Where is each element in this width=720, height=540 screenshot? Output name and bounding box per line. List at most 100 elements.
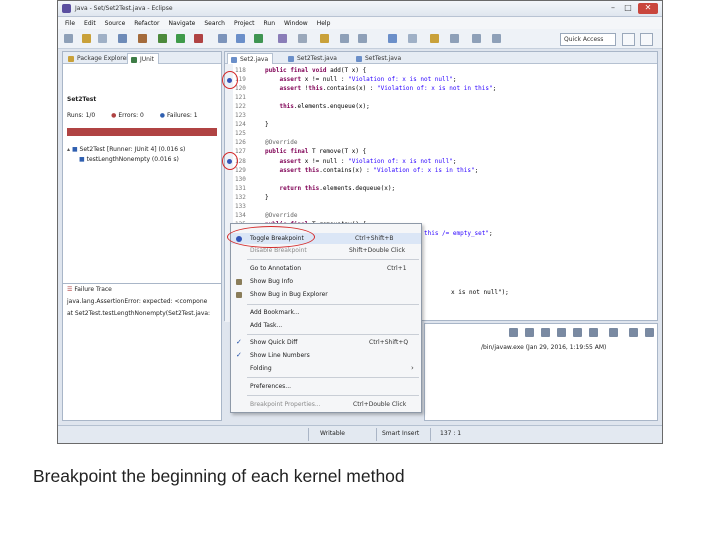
trace-line[interactable]: java.lang.AssertionError: expected: <com…: [67, 298, 207, 305]
code-line[interactable]: 134 @Override: [235, 211, 298, 220]
menu-item-add-bookmark[interactable]: Add Bookmark...: [231, 307, 421, 318]
save-icon[interactable]: [82, 34, 91, 43]
menu-item-show-line-numbers[interactable]: ✓ Show Line Numbers: [231, 350, 421, 361]
open-console-icon[interactable]: [629, 328, 638, 337]
menu-item-preferences[interactable]: Preferences...: [231, 381, 421, 392]
code-line[interactable]: 127 public final T remove(T x) {: [235, 147, 366, 156]
new-java-project-icon[interactable]: [218, 34, 227, 43]
status-bar: Writable Smart Insert 137 : 1: [58, 425, 662, 443]
menu-help[interactable]: Help: [317, 20, 331, 27]
code-line[interactable]: 122 this.elements.enqueue(x);: [235, 102, 370, 111]
new-class-icon[interactable]: [254, 34, 263, 43]
code-line[interactable]: 129 assert this.contains(x) : "Violation…: [235, 166, 478, 175]
code-line[interactable]: 133: [235, 202, 265, 211]
menu-window[interactable]: Window: [284, 20, 308, 27]
bug-icon: [236, 279, 242, 285]
clear-console-icon[interactable]: [541, 328, 550, 337]
java-perspective-icon[interactable]: [640, 33, 653, 46]
window-titlebar: Java - Set/Set2Test.java - Eclipse – □ ✕: [58, 1, 662, 17]
menu-search[interactable]: Search: [204, 20, 225, 27]
close-button[interactable]: ✕: [638, 3, 658, 14]
menu-refactor[interactable]: Refactor: [134, 20, 159, 27]
debug-icon[interactable]: [158, 34, 167, 43]
code-line[interactable]: 125: [235, 129, 265, 138]
annotation-icon[interactable]: [320, 34, 329, 43]
tab-set2test-java[interactable]: Set2Test.java: [285, 53, 341, 64]
last-edit-icon[interactable]: [388, 34, 397, 43]
word-wrap-icon[interactable]: [589, 328, 598, 337]
nav-back-icon[interactable]: [472, 34, 481, 43]
expand-icon[interactable]: ▴: [67, 146, 70, 153]
skip-breakpoints-icon[interactable]: [138, 34, 147, 43]
terminate-icon[interactable]: [509, 328, 518, 337]
menu-navigate[interactable]: Navigate: [168, 20, 195, 27]
line-number: 124: [235, 121, 246, 129]
forward-icon[interactable]: [358, 34, 367, 43]
new-package-icon[interactable]: [236, 34, 245, 43]
menu-item-breakpoint-properties[interactable]: Breakpoint Properties... Ctrl+Double Cli…: [231, 399, 421, 410]
line-number: 128: [235, 157, 246, 165]
next-annotation-icon[interactable]: [430, 34, 439, 43]
menu-source[interactable]: Source: [105, 20, 126, 27]
tree-item-test-method[interactable]: ■ testLengthNonempty (0.016 s): [79, 156, 179, 163]
line-number: 123: [235, 112, 246, 120]
search-icon[interactable]: [298, 34, 307, 43]
code-line[interactable]: 124}: [235, 120, 269, 129]
save-all-icon[interactable]: [98, 34, 107, 43]
code-line[interactable]: 132}: [235, 193, 269, 202]
pin-editor-icon[interactable]: [408, 34, 417, 43]
line-number: 118: [235, 67, 246, 74]
tab-junit[interactable]: JUnit: [127, 53, 159, 64]
menu-item-add-task[interactable]: Add Task...: [231, 320, 421, 331]
menu-item-show-quick-diff[interactable]: ✓ Show Quick Diff Ctrl+Shift+Q: [231, 337, 421, 348]
display-console-icon[interactable]: [609, 328, 618, 337]
menu-item-show-bug-info[interactable]: Show Bug Info: [231, 276, 421, 287]
nav-forward-icon[interactable]: [492, 34, 501, 43]
maximize-button[interactable]: □: [621, 3, 635, 14]
menu-run[interactable]: Run: [264, 20, 276, 27]
menu-separator: [247, 377, 419, 378]
menu-edit[interactable]: Edit: [84, 20, 96, 27]
trace-line[interactable]: at Set2Test.testLengthNonempty(Set2Test.…: [67, 310, 210, 317]
code-line[interactable]: 128 assert x != null : "Violation of: x …: [235, 157, 457, 166]
line-number: 129: [235, 166, 246, 174]
new-icon[interactable]: [64, 34, 73, 43]
menu-project[interactable]: Project: [234, 20, 255, 27]
tab-settest-java[interactable]: SetTest.java: [353, 53, 405, 64]
open-type-icon[interactable]: [278, 34, 287, 43]
code-line[interactable]: 130: [235, 175, 265, 184]
back-icon[interactable]: [340, 34, 349, 43]
minimize-button[interactable]: –: [606, 3, 620, 14]
java-file-icon: [356, 56, 362, 62]
code-line[interactable]: 123: [235, 111, 265, 120]
scroll-lock-icon[interactable]: [557, 328, 566, 337]
minimize-view-icon[interactable]: [645, 328, 654, 337]
previous-annotation-icon[interactable]: [450, 34, 459, 43]
menu-separator: [247, 304, 419, 305]
remove-launch-icon[interactable]: [525, 328, 534, 337]
tab-package-explorer[interactable]: Package Explorer: [65, 53, 133, 64]
junit-test-class: Set2Test: [67, 96, 97, 103]
code-line[interactable]: 131 return this.elements.dequeue(x);: [235, 184, 395, 193]
code-line[interactable]: 121: [235, 93, 265, 102]
slide: Java - Set/Set2Test.java - Eclipse – □ ✕…: [0, 0, 720, 540]
menu-item-folding[interactable]: Folding ›: [231, 363, 421, 374]
menu-file[interactable]: File: [65, 20, 75, 27]
menu-item-show-bug-explorer[interactable]: Show Bug in Bug Explorer: [231, 289, 421, 300]
quick-access-input[interactable]: Quick Access: [560, 33, 616, 46]
code-line[interactable]: 119 assert x != null : "Violation of: x …: [235, 75, 457, 84]
menu-item-go-to-annotation[interactable]: Go to Annotation Ctrl+1: [231, 263, 421, 274]
code-line[interactable]: 126 @Override: [235, 138, 298, 147]
pin-console-icon[interactable]: [573, 328, 582, 337]
line-number: 133: [235, 202, 246, 210]
code-line[interactable]: 118 public final void add(T x) {: [235, 66, 366, 75]
line-number: 121: [235, 94, 246, 102]
code-line[interactable]: 120 assert !this.contains(x) : "Violatio…: [235, 84, 496, 93]
tree-item-test-class[interactable]: ▴ ■ Set2Test [Runner: JUnit 4] (0.016 s): [67, 146, 185, 153]
external-tools-icon[interactable]: [194, 34, 203, 43]
tab-set2-java[interactable]: Set2.java: [227, 53, 274, 64]
errors-icon: ●: [111, 112, 117, 119]
open-perspective-icon[interactable]: [622, 33, 635, 46]
run-icon[interactable]: [176, 34, 185, 43]
print-icon[interactable]: [118, 34, 127, 43]
